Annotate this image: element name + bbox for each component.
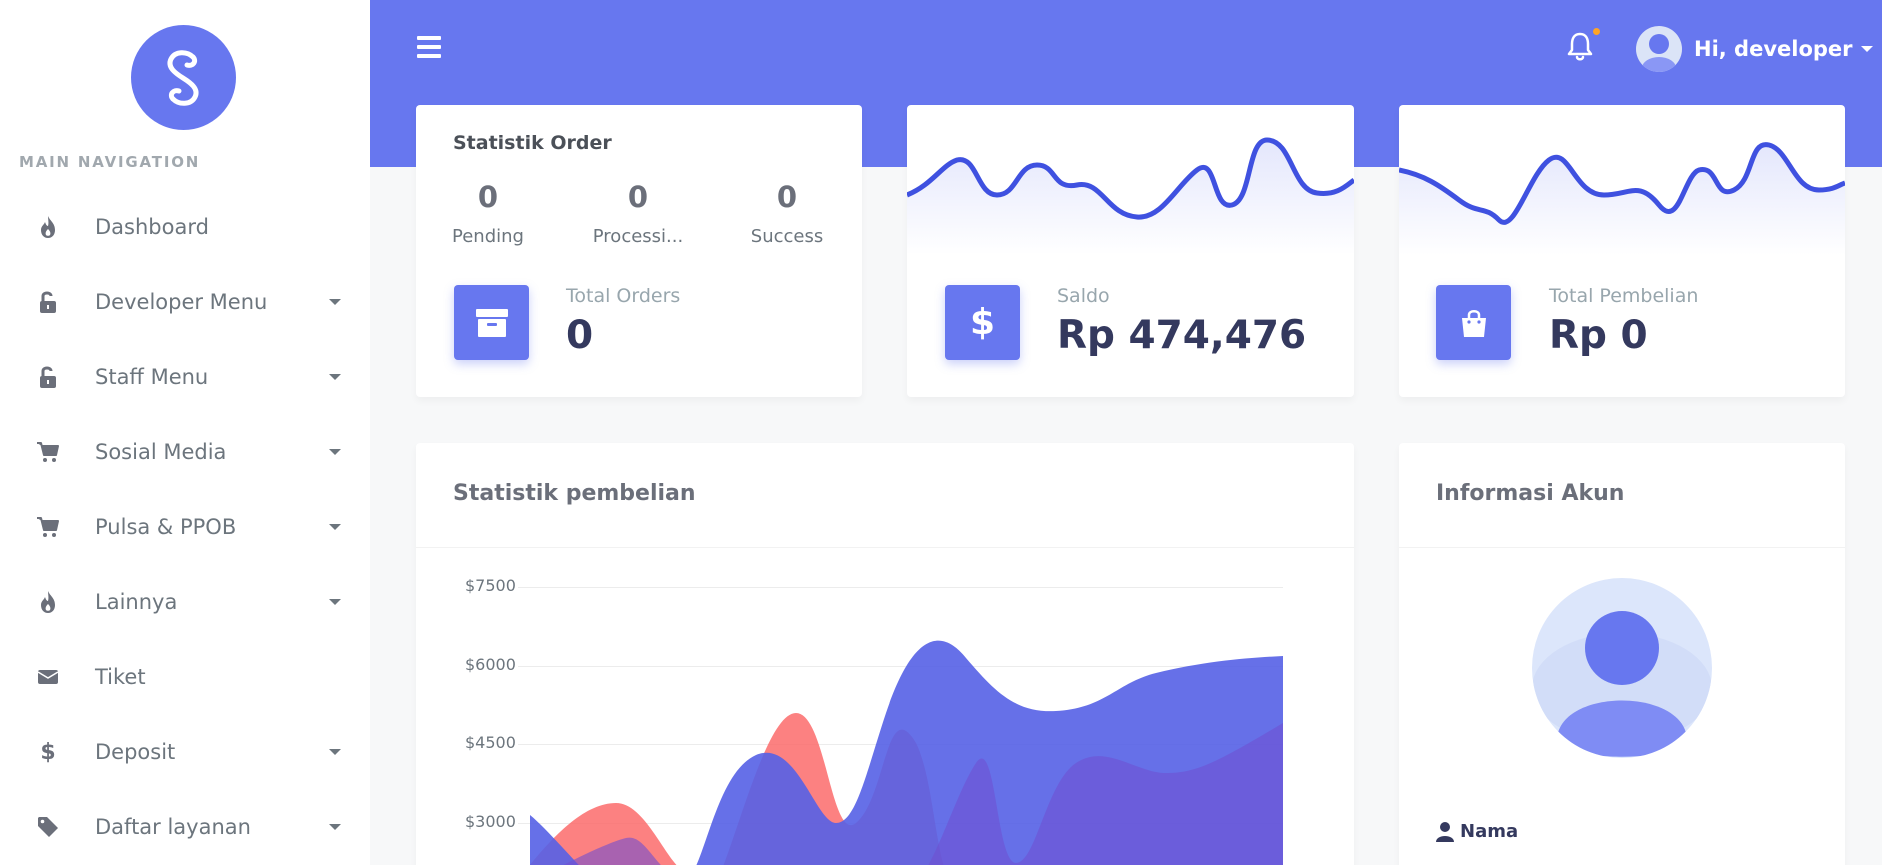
chevron-down-icon: [329, 449, 341, 455]
envelope-icon: [36, 665, 60, 689]
chevron-down-icon: [329, 599, 341, 605]
menu-toggle-icon[interactable]: [417, 36, 441, 58]
sidebar-item-dashboard[interactable]: Dashboard: [0, 197, 370, 257]
chevron-down-icon: [1860, 46, 1873, 52]
sidebar-item-label: Pulsa & PPOB: [95, 515, 237, 539]
sidebar-item-daftar-layanan[interactable]: Daftar layanan: [0, 797, 370, 857]
bell-icon[interactable]: [1566, 30, 1594, 62]
unlock-icon: [36, 290, 60, 314]
archive-icon-box: [454, 285, 529, 360]
sidebar-item-label: Lainnya: [95, 590, 178, 614]
stat-processing: 0 Processi...: [592, 180, 684, 247]
dollar-icon-box: $: [945, 285, 1020, 360]
brand-logo[interactable]: [131, 25, 236, 130]
sidebar-item-label: Staff Menu: [95, 365, 209, 389]
chevron-down-icon: [329, 824, 341, 830]
divider: [1399, 547, 1845, 548]
user-dropdown[interactable]: Hi, developer: [1636, 26, 1873, 72]
cart-icon: [36, 515, 60, 539]
sidebar-item-label: Sosial Media: [95, 440, 227, 464]
account-info-card: Informasi Akun Nama: [1399, 443, 1845, 865]
archive-icon: [475, 308, 508, 337]
sidebar-item-developer-menu[interactable]: Developer Menu: [0, 272, 370, 332]
sidebar-item-label: Developer Menu: [95, 290, 268, 314]
card-title: Statistik Order: [453, 132, 612, 154]
stat-pending: 0 Pending: [452, 180, 524, 247]
sidebar-item-pulsa-ppob[interactable]: Pulsa & PPOB: [0, 497, 370, 557]
sidebar-item-label: Tiket: [95, 665, 146, 689]
purchase-chart-card: Statistik pembelian $7500 $6000 $4500 $3…: [416, 443, 1354, 865]
sidebar-item-label: Dashboard: [95, 215, 209, 239]
profile-avatar: [1532, 578, 1712, 758]
shopping-bag-icon: [1461, 309, 1486, 337]
order-stats-card: Statistik Order 0 Pending 0 Processi... …: [416, 105, 862, 397]
sidebar-item-staff-menu[interactable]: Staff Menu: [0, 347, 370, 407]
sidebar: MAIN NAVIGATION Dashboard Developer Menu S…: [0, 0, 370, 865]
fire-icon: [36, 590, 60, 614]
unlock-icon: [36, 365, 60, 389]
saldo-label: Saldo: [1057, 285, 1110, 307]
total-orders-label: Total Orders: [566, 285, 681, 307]
dollar-icon: $: [969, 302, 996, 343]
sidebar-item-deposit[interactable]: $ Deposit: [0, 722, 370, 782]
chevron-down-icon: [329, 749, 341, 755]
stat-success: 0 Success: [750, 180, 824, 247]
sidebar-item-tiket[interactable]: Tiket: [0, 647, 370, 707]
saldo-card: $ Saldo Rp 474,476: [907, 105, 1354, 397]
sidebar-item-label: Deposit: [95, 740, 176, 764]
purchase-area-chart: [530, 640, 1283, 865]
dollar-icon: $: [40, 739, 56, 765]
notification-badge: [1593, 28, 1600, 35]
nav-header: MAIN NAVIGATION: [19, 153, 201, 171]
tag-icon: [36, 815, 60, 839]
chevron-down-icon: [329, 299, 341, 305]
nama-row: Nama: [1436, 821, 1518, 842]
shopping-bag-icon-box: [1436, 285, 1511, 360]
total-pembelian-card: Total Pembelian Rp 0: [1399, 105, 1845, 397]
fire-icon: [36, 215, 60, 239]
user-icon: [1436, 821, 1454, 842]
total-pembelian-label: Total Pembelian: [1549, 285, 1699, 307]
chevron-down-icon: [329, 524, 341, 530]
chevron-down-icon: [329, 374, 341, 380]
sidebar-item-label: Daftar layanan: [95, 815, 251, 839]
total-pembelian-value: Rp 0: [1549, 313, 1648, 358]
account-title: Informasi Akun: [1436, 481, 1625, 506]
sidebar-item-sosial-media[interactable]: Sosial Media: [0, 422, 370, 482]
pembelian-sparkline: [1399, 142, 1845, 255]
sidebar-item-lainnya[interactable]: Lainnya: [0, 572, 370, 632]
user-greeting: Hi, developer: [1694, 37, 1853, 61]
saldo-value: Rp 474,476: [1057, 313, 1307, 358]
avatar: [1636, 26, 1682, 72]
cart-icon: [36, 440, 60, 464]
saldo-sparkline: [907, 137, 1354, 255]
nama-label: Nama: [1460, 821, 1519, 842]
brand-s-icon: [167, 49, 198, 106]
total-orders-value: 0: [566, 313, 594, 358]
